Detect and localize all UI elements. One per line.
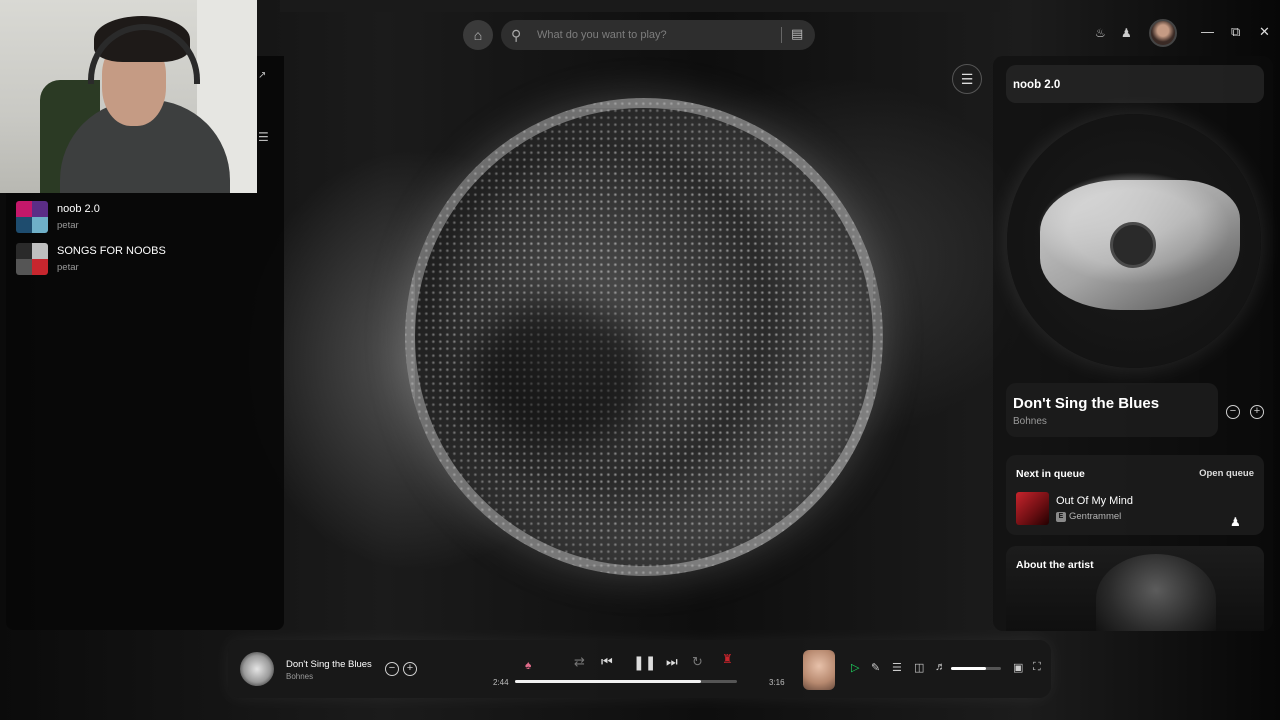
lyrics-icon[interactable]: ✎ (871, 661, 880, 674)
search-bar[interactable]: ⚲ ▤ (501, 20, 815, 50)
library-panel: noob 2.0 petar SONGS FOR NOOBS petar (6, 193, 284, 630)
list-view-icon[interactable]: ☰ (258, 130, 269, 144)
panel-header[interactable]: noob 2.0 (1006, 65, 1264, 103)
library-item[interactable]: noob 2.0 petar (16, 201, 100, 233)
minimize-icon[interactable]: — (1201, 24, 1214, 39)
top-bar: ⌂ ⚲ ▤ ♨ ♟ — ⧉ ✕ (257, 12, 1280, 54)
track-title[interactable]: Don't Sing the Blues (1013, 395, 1218, 412)
shuffle-icon[interactable]: ⇄ (574, 654, 585, 670)
queue-track-cover[interactable] (1016, 492, 1049, 525)
bell-icon[interactable]: ♨ (1095, 26, 1106, 40)
player-track-title[interactable]: Don't Sing the Blues (286, 659, 372, 670)
home-icon: ⌂ (473, 27, 483, 43)
volume-icon[interactable]: ♬ (935, 661, 946, 673)
playlist-cover (16, 201, 48, 233)
progress-fill (515, 680, 702, 683)
artist-photo (1096, 554, 1216, 631)
restore-icon[interactable]: ⧉ (1231, 24, 1240, 40)
skip-previous-icon[interactable]: ⏮ (601, 654, 613, 670)
playlist-title: noob 2.0 (57, 203, 100, 215)
visualizer-shadow (470, 300, 650, 450)
sprite-icon: ♜ (722, 652, 733, 666)
friends-icon[interactable]: ♟ (1121, 26, 1132, 40)
elapsed-time: 2:44 (493, 678, 509, 687)
player-bar: Don't Sing the Blues Bohnes − + ♠ ⇄ ⏮ ❚❚… (228, 640, 1051, 698)
sprite-icon: ♠ (525, 658, 532, 672)
playlist-cover (16, 243, 48, 275)
avatar[interactable] (1149, 19, 1177, 47)
connect-device-icon[interactable]: ◫ (914, 661, 924, 674)
duration-time: 3:16 (769, 678, 785, 687)
visualizer-orb (405, 98, 883, 576)
about-artist-card[interactable]: About the artist (1006, 546, 1264, 631)
now-playing-info: Don't Sing the Blues Bohnes (1006, 383, 1218, 437)
visualizer-menu-button[interactable]: ☰ (952, 64, 982, 94)
about-heading: About the artist (1016, 559, 1094, 571)
progress-bar[interactable] (515, 680, 737, 683)
close-icon[interactable]: ✕ (1259, 24, 1270, 40)
queue-track-artist[interactable]: E Gentrammel (1056, 511, 1121, 522)
webcam-overlay (0, 0, 257, 193)
top-strip (280, 0, 1000, 12)
add-icon[interactable]: + (1250, 405, 1264, 419)
search-icon: ⚲ (511, 26, 522, 43)
queue-track-title[interactable]: Out Of My Mind (1056, 495, 1133, 507)
search-divider (781, 27, 782, 43)
volume-slider[interactable] (951, 667, 1001, 670)
skip-next-icon[interactable]: ⏭ (666, 654, 678, 670)
player-cover[interactable] (240, 652, 274, 686)
album-cover-detail (1110, 222, 1156, 268)
cat-cursor-icon: ♟ (1230, 515, 1241, 529)
track-artist[interactable]: Bohnes (1013, 416, 1218, 427)
queue-card: Next in queue Open queue Out Of My Mind … (1006, 455, 1264, 535)
playlist-owner: petar (57, 262, 79, 273)
playlist-owner: petar (57, 220, 79, 231)
remove-icon[interactable]: − (1226, 405, 1240, 419)
library-item[interactable]: SONGS FOR NOOBS petar (16, 243, 166, 275)
queue-heading: Next in queue (1016, 468, 1085, 480)
queue-track-artist-name[interactable]: Gentrammel (1069, 511, 1121, 522)
now-playing-view-icon[interactable]: ▷ (851, 661, 859, 674)
playlist-title: SONGS FOR NOOBS (57, 245, 166, 257)
search-input[interactable] (537, 29, 767, 41)
volume-fill (951, 667, 986, 670)
remove-icon[interactable]: − (385, 662, 399, 676)
browse-icon[interactable]: ▤ (791, 26, 803, 42)
player-track-artist[interactable]: Bohnes (286, 672, 313, 681)
repeat-icon[interactable]: ↻ (692, 654, 703, 670)
pause-icon[interactable]: ❚❚ (633, 654, 656, 671)
fullscreen-icon[interactable]: ⛶ (1033, 661, 1041, 674)
add-icon[interactable]: + (403, 662, 417, 676)
open-queue-link[interactable]: Open queue (1199, 468, 1254, 479)
home-button[interactable]: ⌂ (463, 20, 493, 50)
queue-icon[interactable]: ☰ (892, 661, 902, 674)
explicit-badge: E (1056, 511, 1066, 522)
video-thumbnail[interactable] (803, 650, 835, 690)
miniplayer-icon[interactable]: ▣ (1013, 661, 1023, 674)
expand-library-icon[interactable]: ↗ (258, 70, 266, 81)
